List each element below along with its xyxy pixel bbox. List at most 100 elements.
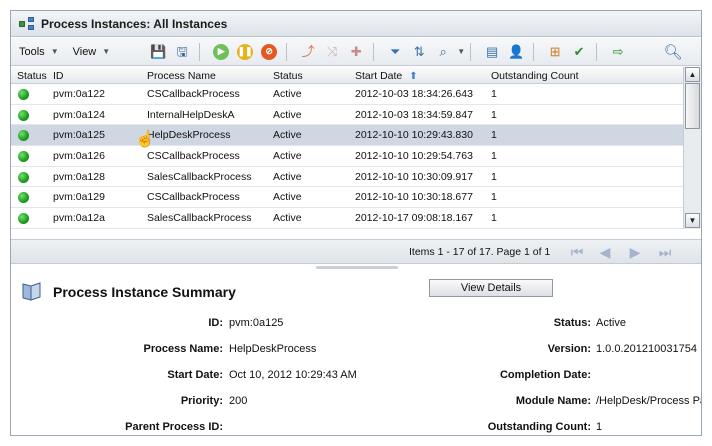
cell-start-date: 2012-10-10 10:29:54.763 — [355, 150, 473, 163]
table-row-selected[interactable]: pvm:0a125 HelpDeskProcess Active 2012-10… — [11, 125, 683, 148]
chevron-down-icon: ▼ — [102, 47, 111, 56]
view-menu-label: View — [72, 45, 97, 58]
save-as-icon[interactable]: 🖫 — [172, 42, 192, 62]
header-start-date[interactable]: Start Date ⬆ — [355, 70, 418, 82]
label-module-name: Module Name: — [515, 395, 591, 407]
cell-process-name: SalesCallbackProcess — [147, 170, 252, 183]
restart-icon[interactable]: ⤴ — [298, 42, 318, 62]
table-row[interactable]: pvm:0a129 CSCallbackProcess Active 2012-… — [11, 187, 683, 209]
chevron-down-icon[interactable]: ▼ — [457, 47, 465, 56]
table-row[interactable]: pvm:0a128 SalesCallbackProcess Active 20… — [11, 167, 683, 188]
suspend-icon[interactable]: ❚❚ — [235, 42, 255, 62]
user-icon[interactable]: 👤 — [506, 42, 526, 62]
cell-status: Active — [273, 212, 302, 225]
scroll-up-icon[interactable]: ▲ — [685, 67, 700, 82]
filter-icon[interactable]: ⏷ — [385, 42, 405, 62]
scroll-down-icon[interactable]: ▼ — [685, 213, 700, 228]
cell-id: pvm:0a125 — [53, 129, 105, 142]
approve-icon[interactable]: ✔ — [569, 42, 589, 62]
tools-menu[interactable]: Tools ▼ — [19, 46, 59, 58]
active-status-icon — [18, 130, 29, 142]
label-version: Version: — [547, 343, 591, 355]
header-id[interactable]: ID — [53, 70, 64, 82]
panel-splitter-handle[interactable] — [316, 266, 398, 269]
label-process-name: Process Name: — [143, 343, 224, 355]
sort-icon[interactable]: ⇅ — [409, 42, 429, 62]
table-row[interactable]: pvm:0a126 CSCallbackProcess Active 2012-… — [11, 146, 683, 167]
details-icon[interactable]: ▤ — [482, 42, 502, 62]
value-start-date: Oct 10, 2012 10:29:43 AM — [229, 369, 357, 381]
view-details-button[interactable]: View Details — [429, 279, 553, 297]
resume-icon[interactable]: ▶ — [211, 42, 231, 62]
book-icon — [22, 282, 41, 301]
label-outstanding-count: Outstanding Count: — [487, 421, 591, 433]
header-status-icon[interactable]: Status — [17, 70, 47, 82]
previous-page-icon[interactable]: ◀ — [595, 244, 615, 260]
table-row[interactable]: pvm:0a124 InternalHelpDeskA Active 2012-… — [11, 105, 683, 126]
cell-outstanding: 1 — [491, 108, 497, 121]
cell-status: Active — [273, 88, 302, 100]
cell-process-name: CSCallbackProcess — [147, 88, 240, 100]
cell-process-name: SalesCallbackProcess — [147, 212, 252, 225]
cell-process-name: CSCallbackProcess — [147, 150, 240, 163]
active-status-icon — [18, 171, 29, 183]
window-title-bar: Process Instances: All Instances — [11, 11, 701, 37]
value-module-name: /HelpDesk/Process Pa — [596, 395, 702, 407]
cell-start-date: 2012-10-10 10:30:18.677 — [355, 191, 473, 204]
header-process-name[interactable]: Process Name — [147, 70, 216, 82]
cell-process-name: InternalHelpDeskA — [147, 108, 235, 121]
pagination-info: Items 1 - 17 of 17. Page 1 of 1 — [409, 246, 551, 258]
cell-outstanding: 1 — [491, 88, 497, 100]
active-status-icon — [18, 213, 29, 225]
next-page-icon[interactable]: ▶ — [625, 244, 645, 260]
process-instance-summary: Process Instance Summary View Details ID… — [11, 270, 702, 435]
cell-start-date: 2012-10-03 18:34:59.847 — [355, 108, 473, 121]
active-status-icon — [18, 89, 29, 100]
label-id: ID: — [208, 317, 223, 329]
sort-ascending-icon: ⬆ — [409, 71, 418, 82]
active-status-icon — [18, 192, 29, 204]
save-icon[interactable]: 💾 — [148, 42, 168, 62]
cell-start-date: 2012-10-17 09:08:18.167 — [355, 212, 473, 225]
export-icon[interactable]: ⇨ — [608, 42, 628, 62]
first-page-icon[interactable]: ⏮ — [567, 244, 587, 260]
cell-start-date: 2012-10-03 18:34:26.643 — [355, 88, 473, 100]
cell-id: pvm:0a129 — [53, 191, 105, 204]
header-start-date-label: Start Date — [355, 70, 403, 82]
hierarchy-icon[interactable]: ⊞ — [545, 42, 565, 62]
value-priority: 200 — [229, 395, 248, 407]
header-status[interactable]: Status — [273, 70, 303, 82]
cell-id: pvm:0a124 — [53, 108, 105, 121]
header-outstanding-count[interactable]: Outstanding Count — [491, 70, 579, 82]
migrate-icon[interactable]: ⤨ — [322, 42, 342, 62]
table-row[interactable]: pvm:0a12a SalesCallbackProcess Active 20… — [11, 208, 683, 229]
cell-outstanding: 1 — [491, 129, 497, 142]
value-version: 1.0.0.201210031754 — [596, 343, 697, 355]
value-process-name: HelpDeskProcess — [229, 343, 317, 355]
cell-process-name: HelpDeskProcess — [147, 129, 231, 142]
scrollbar-thumb[interactable] — [685, 83, 700, 129]
cell-status: Active — [273, 108, 302, 121]
action-icon[interactable]: ✚ — [346, 42, 366, 62]
label-completion-date: Completion Date: — [499, 369, 591, 381]
pagination-bar: Items 1 - 17 of 17. Page 1 of 1 ⏮ ◀ ▶ ⏭ — [11, 239, 701, 264]
table-scrollbar[interactable]: ▲ ▼ — [683, 67, 701, 229]
label-priority: Priority: — [180, 395, 223, 407]
chevron-down-icon: ▼ — [50, 47, 59, 56]
window-title: Process Instances: All Instances — [41, 16, 228, 31]
cell-status: Active — [273, 150, 302, 163]
search-icon[interactable]: 🔍︎ — [663, 42, 683, 62]
process-tree-icon — [19, 16, 35, 31]
cell-outstanding: 1 — [491, 212, 497, 225]
active-status-icon — [18, 151, 29, 163]
view-menu[interactable]: View ▼ — [73, 46, 111, 58]
active-status-icon — [18, 109, 29, 121]
last-page-icon[interactable]: ⏭ — [655, 244, 675, 260]
cell-status: Active — [273, 129, 302, 142]
cell-id: pvm:0a12a — [53, 212, 105, 225]
table-row[interactable]: pvm:0a122 CSCallbackProcess Active 2012-… — [11, 84, 683, 105]
cell-id: pvm:0a128 — [53, 170, 105, 183]
toolbar: Tools ▼ View ▼ 💾 🖫 ▶ ❚❚ ⊘ ⤴ ⤨ ✚ ⏷ ⇅ ⌕ ▼ — [11, 38, 701, 66]
terminate-icon[interactable]: ⊘ — [259, 42, 279, 62]
zoom-icon[interactable]: ⌕ — [433, 42, 453, 62]
